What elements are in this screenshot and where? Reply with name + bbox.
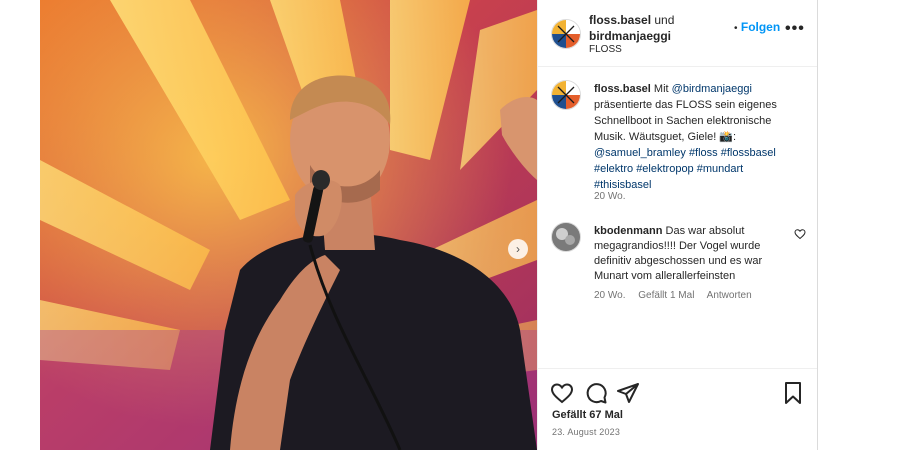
- comment-reply-button[interactable]: Antworten: [707, 290, 752, 301]
- likes-count[interactable]: Gefällt 67 Mal: [552, 409, 623, 421]
- post-location[interactable]: FLOSS: [589, 44, 674, 56]
- post-photo[interactable]: ›: [40, 0, 537, 450]
- comment-meta: 20 Wo. Gefällt 1 Mal Antworten: [594, 290, 762, 301]
- more-options-icon[interactable]: •••: [785, 20, 805, 38]
- caption-text: floss.basel Mit @birdmanjaeggi präsentie…: [594, 81, 794, 193]
- caption-colon: :: [733, 131, 737, 143]
- follow-bullet: •: [734, 23, 738, 34]
- comments-section: floss.basel Mit @birdmanjaeggi präsentie…: [538, 67, 817, 367]
- coauthor-username[interactable]: birdmanjaeggi: [589, 29, 671, 43]
- post-authors: floss.basel und birdmanjaeggi FLOSS: [589, 12, 674, 56]
- instagram-post: › floss.basel und birdmanjaeggi FLOSS • …: [40, 0, 818, 450]
- comment-time[interactable]: 20 Wo.: [594, 290, 626, 301]
- save-bookmark-icon[interactable]: [781, 381, 805, 405]
- concert-photo: [40, 0, 537, 450]
- post-actions: Gefällt 67 Mal 23. August 2023: [538, 368, 817, 450]
- comment-bubble-icon[interactable]: [584, 381, 608, 405]
- caption-hashtags-3[interactable]: #thisisbasel: [594, 179, 651, 191]
- caption-text-start: Mit: [653, 83, 669, 95]
- chevron-right-icon: ›: [516, 242, 520, 256]
- caption-hashtags-1[interactable]: #floss #flossbasel: [689, 147, 776, 159]
- follow-label: Folgen: [740, 20, 781, 34]
- caption-mention[interactable]: @birdmanjaeggi: [672, 83, 752, 95]
- comment-likes[interactable]: Gefällt 1 Mal: [638, 290, 694, 301]
- author-username[interactable]: floss.basel: [589, 13, 651, 27]
- next-photo-button[interactable]: ›: [508, 239, 528, 259]
- caption-body: präsentierte das FLOSS sein eigenes Schn…: [594, 99, 777, 143]
- share-paper-plane-icon[interactable]: [616, 381, 640, 405]
- caption-username[interactable]: floss.basel: [594, 83, 651, 95]
- comment-avatar[interactable]: [551, 222, 581, 252]
- like-heart-icon[interactable]: [550, 381, 574, 405]
- avatar-floss-basel[interactable]: [551, 19, 581, 49]
- comment-username[interactable]: kbodenmann: [594, 225, 662, 237]
- post-header: floss.basel und birdmanjaeggi FLOSS • Fo…: [538, 0, 817, 67]
- comment-text: kbodenmann Das war absolut megagrandios!…: [594, 224, 784, 284]
- follow-button[interactable]: • Folgen: [734, 20, 780, 34]
- comment-like-heart-icon[interactable]: [794, 228, 806, 240]
- caption-time[interactable]: 20 Wo.: [594, 191, 626, 202]
- caption-avatar[interactable]: [551, 80, 581, 110]
- caption-hashtags-2[interactable]: #elektro #elektropop #mundart: [594, 163, 743, 175]
- camera-emoji: 📸: [719, 131, 734, 143]
- post-sidebar: floss.basel und birdmanjaeggi FLOSS • Fo…: [537, 0, 817, 450]
- author-connector: und: [654, 13, 675, 27]
- post-date[interactable]: 23. August 2023: [552, 427, 620, 437]
- caption-photo-credit[interactable]: @samuel_bramley: [594, 147, 686, 159]
